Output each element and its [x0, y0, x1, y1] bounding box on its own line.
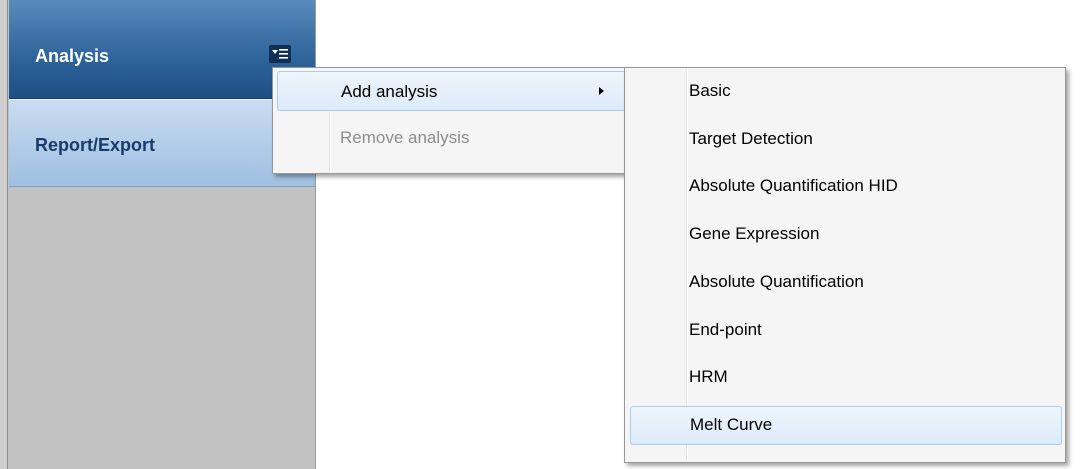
submenu-item-gene-expression[interactable]: Gene Expression [630, 216, 1062, 252]
submenu-item-label: Target Detection [689, 129, 813, 148]
submenu-item-absolute-quantification[interactable]: Absolute Quantification [630, 264, 1062, 300]
submenu-item-label: Absolute Quantification [689, 272, 864, 291]
submenu-item-label: Basic [689, 81, 731, 100]
submenu-item-basic[interactable]: Basic [630, 73, 1062, 109]
analysis-context-menu: Add analysis Remove analysis [272, 67, 632, 174]
sidebar-item-analysis[interactable]: Analysis [9, 0, 315, 99]
menu-item-add-analysis[interactable]: Add analysis [277, 71, 627, 111]
sidebar-item-report-export[interactable]: Report/Export [9, 99, 315, 187]
menu-dropdown-icon[interactable] [269, 45, 291, 63]
sidebar-edge [0, 0, 8, 469]
submenu-item-end-point[interactable]: End-point [630, 312, 1062, 348]
menu-item-add-analysis-label: Add analysis [341, 82, 438, 101]
submenu-item-hrm[interactable]: HRM [630, 359, 1062, 395]
submenu-item-target-detection[interactable]: Target Detection [630, 121, 1062, 157]
sidebar: Analysis Report/Export [0, 0, 316, 469]
add-analysis-submenu: Basic Target Detection Absolute Quantifi… [624, 67, 1066, 463]
submenu-item-label: HRM [689, 367, 728, 386]
menu-item-remove-analysis-label: Remove analysis [340, 128, 470, 147]
submenu-item-melt-curve[interactable]: Melt Curve [630, 406, 1062, 445]
sidebar-item-analysis-label: Analysis [35, 46, 110, 66]
submenu-item-label: Absolute Quantification HID [689, 176, 898, 195]
submenu-item-absolute-quantification-hid[interactable]: Absolute Quantification HID [630, 168, 1062, 204]
submenu-item-label: End-point [689, 320, 762, 339]
app-window: Analysis Report/Export Add analysis Remo… [0, 0, 1080, 469]
menu-item-remove-analysis[interactable]: Remove analysis [277, 118, 627, 158]
submenu-item-label: Melt Curve [690, 415, 773, 434]
submenu-item-label: Gene Expression [689, 224, 820, 243]
submenu-arrow-icon [599, 87, 604, 95]
sidebar-item-report-export-label: Report/Export [35, 135, 156, 155]
